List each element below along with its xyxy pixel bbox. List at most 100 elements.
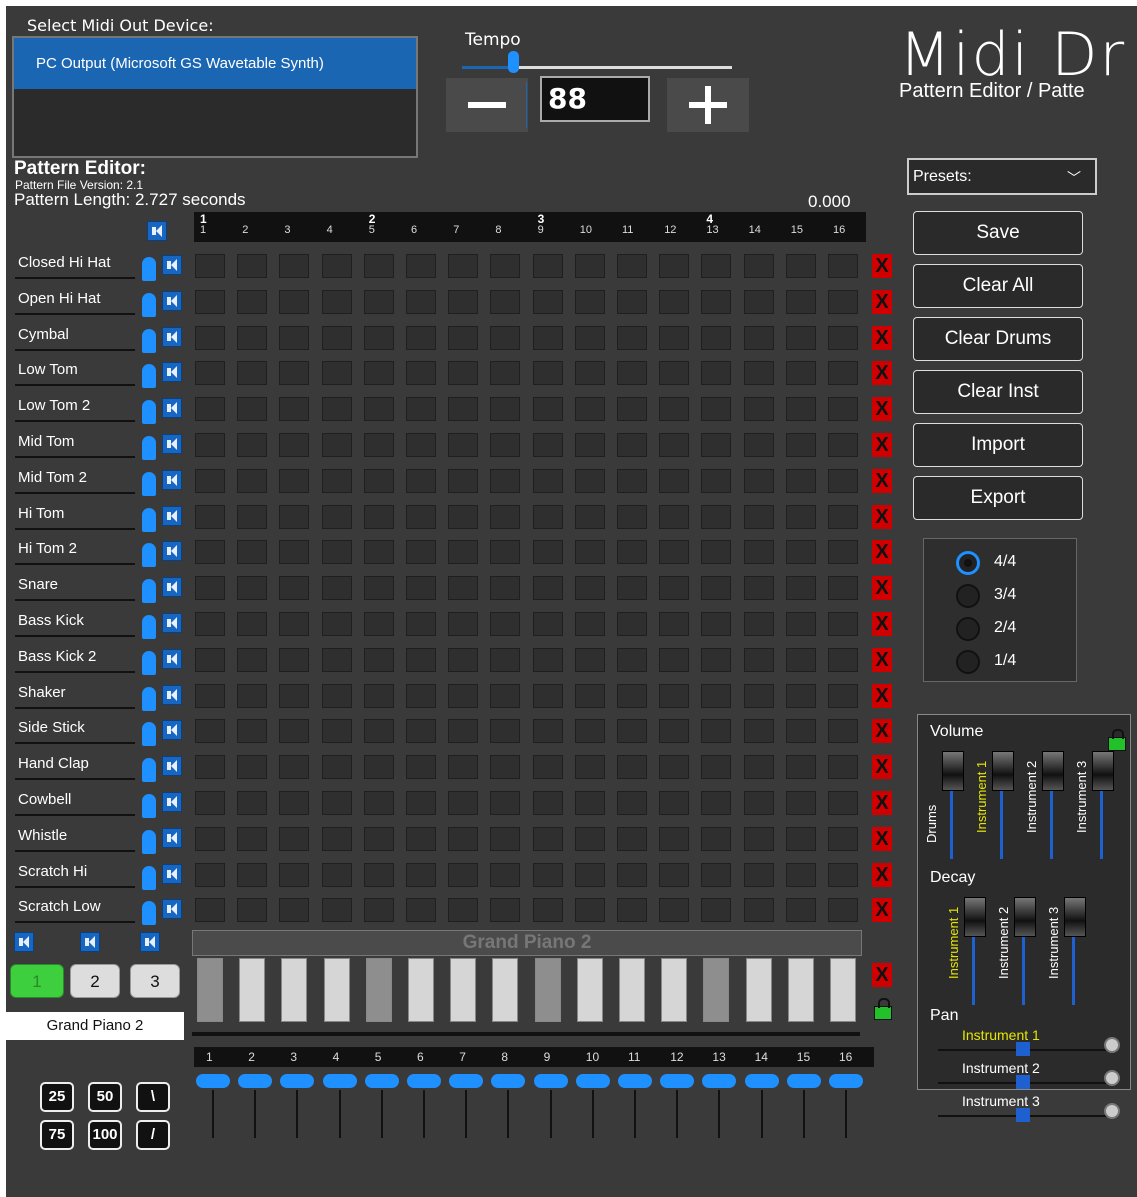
piano-step-key[interactable]	[830, 958, 856, 1022]
step-cell[interactable]	[406, 612, 436, 636]
step-cell[interactable]	[828, 719, 858, 744]
drum-speaker-icon[interactable]	[162, 505, 182, 526]
step-cell[interactable]	[195, 862, 225, 887]
step-cell[interactable]	[237, 540, 268, 565]
step-cell[interactable]	[363, 719, 394, 744]
step-cell[interactable]	[321, 826, 352, 851]
step-cell[interactable]	[363, 540, 394, 565]
step-cell[interactable]	[237, 289, 268, 314]
step-cell[interactable]	[279, 468, 310, 493]
volume-lock-icon[interactable]	[1108, 729, 1126, 751]
clear-row-button[interactable]: X	[872, 826, 892, 851]
step-cell[interactable]	[237, 647, 268, 672]
step-cell[interactable]	[785, 325, 816, 350]
step-cell[interactable]	[406, 433, 436, 457]
step-cell[interactable]	[574, 719, 605, 744]
step-cell[interactable]	[785, 826, 816, 851]
step-cell[interactable]	[659, 468, 690, 493]
step-cell[interactable]	[406, 289, 436, 314]
step-cell[interactable]	[363, 397, 394, 422]
step-cell[interactable]	[195, 468, 225, 493]
clear-instrument-button[interactable]: X	[872, 963, 892, 987]
velocity-slider-track[interactable]	[845, 1090, 847, 1138]
step-cell[interactable]	[659, 647, 690, 672]
step-cell[interactable]	[321, 504, 352, 529]
velocity-slider-track[interactable]	[465, 1090, 468, 1138]
step-cell[interactable]	[279, 647, 310, 672]
velocity-slider-thumb[interactable]	[702, 1074, 737, 1088]
step-cell[interactable]	[279, 576, 310, 601]
step-cell[interactable]	[617, 683, 647, 708]
step-cell[interactable]	[701, 647, 732, 672]
step-cell[interactable]	[617, 576, 647, 601]
step-cell[interactable]	[406, 254, 436, 278]
piano-step-key[interactable]	[534, 958, 561, 1022]
step-cell[interactable]	[406, 468, 436, 493]
step-cell[interactable]	[701, 576, 732, 601]
step-cell[interactable]	[490, 755, 521, 780]
channel-3-button[interactable]: 3	[130, 964, 180, 998]
step-cell[interactable]	[363, 433, 394, 457]
pan-slider-thumb[interactable]	[1016, 1042, 1030, 1056]
step-cell[interactable]	[490, 862, 521, 887]
step-cell[interactable]	[743, 576, 774, 601]
step-cell[interactable]	[490, 647, 521, 672]
step-cell[interactable]	[363, 325, 394, 350]
step-cell[interactable]	[785, 468, 816, 493]
step-cell[interactable]	[617, 397, 647, 422]
velocity-slider-thumb[interactable]	[449, 1074, 484, 1088]
decay-slider-thumb[interactable]	[964, 897, 986, 937]
step-cell[interactable]	[195, 325, 225, 350]
step-cell[interactable]	[490, 397, 521, 422]
piano-step-key[interactable]	[281, 958, 308, 1022]
step-cell[interactable]	[363, 254, 394, 278]
step-cell[interactable]	[785, 540, 816, 565]
step-cell[interactable]	[701, 504, 732, 529]
drum-volume-knob[interactable]	[142, 257, 156, 281]
device-item-selected[interactable]: PC Output (Microsoft GS Wavetable Synth)	[14, 38, 416, 89]
step-cell[interactable]	[617, 755, 647, 780]
save-button[interactable]: Save	[913, 211, 1083, 255]
step-cell[interactable]	[574, 612, 605, 636]
drum-volume-knob[interactable]	[142, 400, 156, 425]
velocity-slider-thumb[interactable]	[280, 1074, 315, 1088]
import-button[interactable]: Import	[913, 423, 1083, 467]
step-cell[interactable]	[279, 433, 310, 457]
drum-speaker-icon[interactable]	[162, 684, 182, 705]
step-cell[interactable]	[828, 433, 858, 457]
step-cell[interactable]	[617, 433, 647, 457]
drum-volume-knob[interactable]	[142, 436, 156, 460]
clear-row-button[interactable]: X	[872, 433, 892, 457]
step-cell[interactable]	[195, 289, 225, 314]
step-cell[interactable]	[828, 468, 858, 493]
volume-slider-thumb[interactable]	[992, 751, 1014, 791]
step-cell[interactable]	[321, 647, 352, 672]
step-cell[interactable]	[490, 504, 521, 529]
step-cell[interactable]	[617, 325, 647, 350]
velocity-slider-track[interactable]	[507, 1090, 510, 1138]
step-cell[interactable]	[448, 433, 479, 457]
piano-step-key[interactable]	[576, 958, 603, 1022]
step-cell[interactable]	[279, 540, 310, 565]
step-cell[interactable]	[195, 826, 225, 851]
step-cell[interactable]	[490, 719, 521, 744]
step-cell[interactable]	[237, 504, 268, 529]
step-cell[interactable]	[785, 289, 816, 314]
clear-row-button[interactable]: X	[872, 755, 892, 780]
drum-volume-knob[interactable]	[142, 328, 156, 353]
clear-row-button[interactable]: X	[872, 647, 892, 672]
step-cell[interactable]	[237, 361, 268, 386]
step-cell[interactable]	[701, 683, 732, 708]
velocity-slider-thumb[interactable]	[829, 1074, 863, 1088]
step-cell[interactable]	[701, 361, 732, 386]
step-cell[interactable]	[785, 433, 816, 457]
step-cell[interactable]	[406, 397, 436, 422]
step-cell[interactable]	[532, 576, 563, 601]
instrument-selected-label[interactable]: Grand Piano 2	[6, 1012, 184, 1040]
step-cell[interactable]	[785, 755, 816, 780]
step-cell[interactable]	[659, 683, 690, 708]
step-cell[interactable]	[321, 612, 352, 636]
step-cell[interactable]	[237, 433, 268, 457]
channel-1-button[interactable]: 1	[10, 964, 64, 998]
step-cell[interactable]	[574, 826, 605, 851]
